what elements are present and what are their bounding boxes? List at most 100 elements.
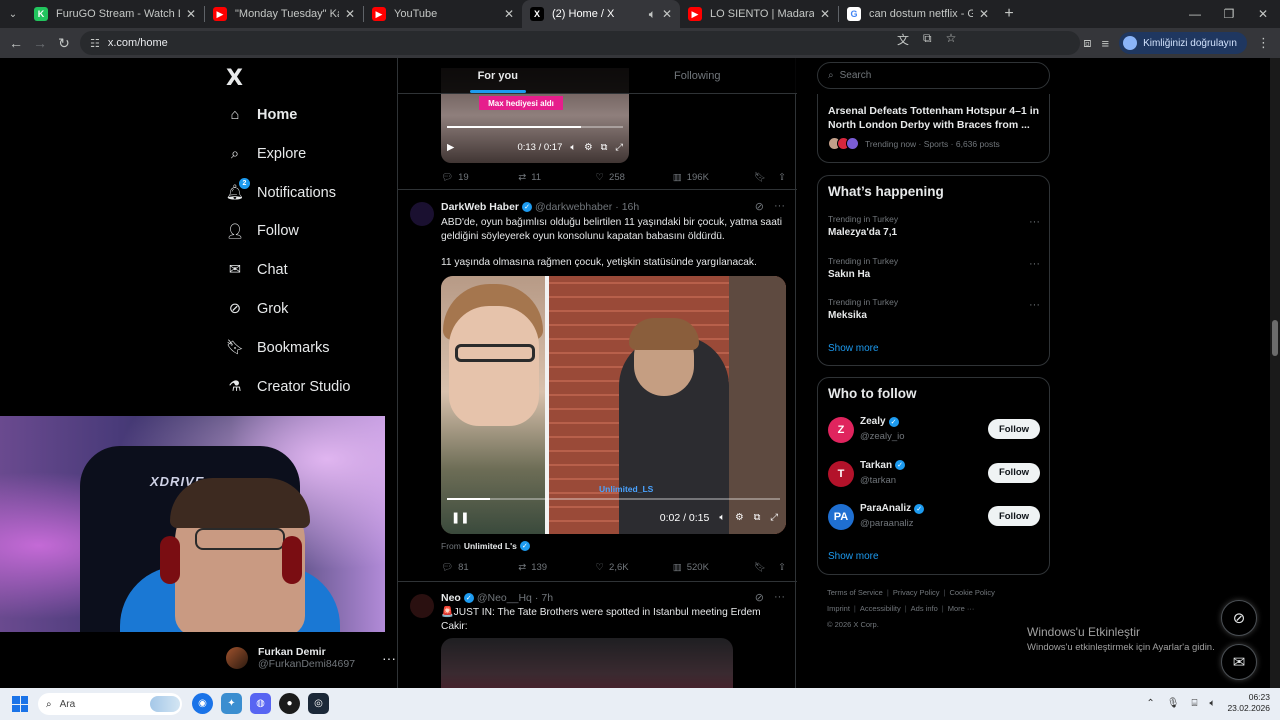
tab-following[interactable]: Following	[598, 58, 798, 93]
tab-search-button[interactable]: ⌄	[0, 9, 26, 20]
show-more-link[interactable]: Show more	[828, 343, 879, 354]
video-progress[interactable]	[447, 126, 623, 128]
repost-button[interactable]: ⇄ 11	[518, 172, 595, 183]
post-time[interactable]: 7h	[541, 592, 553, 604]
taskbar-clock[interactable]: 06:23 23.02.2026	[1227, 692, 1270, 714]
settings-icon[interactable]: ⚙	[735, 512, 744, 523]
close-tab-icon[interactable]: ✕	[979, 7, 989, 21]
avatar[interactable]: Z	[828, 417, 854, 443]
nav-item-creator-studio[interactable]: ⚗ Creator Studio	[226, 372, 351, 402]
discord-icon[interactable]: ◍	[250, 693, 271, 714]
suggestion-name[interactable]: Tarkan	[860, 460, 892, 471]
reply-button[interactable]: 💬︎ 19	[441, 172, 518, 183]
tab-for-you[interactable]: For you	[398, 58, 598, 93]
avatar[interactable]: PA	[828, 504, 854, 530]
footer-link[interactable]: Cookie Policy	[949, 588, 994, 597]
restore-icon[interactable]: ❐	[1212, 7, 1246, 21]
nav-item-follow[interactable]: 👤︎ Follow	[226, 216, 299, 246]
follow-button[interactable]: Follow	[988, 419, 1040, 439]
windows-start-icon[interactable]	[12, 696, 28, 712]
video-source-name[interactable]: Unlimited L's	[464, 541, 517, 551]
suggestion-name[interactable]: ParaAnaliz	[860, 503, 911, 514]
footer-link[interactable]: Ads info	[911, 604, 938, 613]
nav-item-home[interactable]: ⌂ Home	[226, 100, 298, 130]
close-tab-icon[interactable]: ✕	[504, 7, 514, 21]
fullscreen-icon[interactable]: ⤢	[615, 142, 623, 153]
fullscreen-icon[interactable]: ⤢	[770, 512, 778, 523]
share-icon[interactable]: ⇪	[778, 562, 786, 573]
grok-icon[interactable]: ⊘	[755, 591, 764, 604]
follow-suggestion[interactable]: PA ParaAnaliz ✓ @paraanaliz Follow	[828, 503, 1040, 533]
follow-suggestion[interactable]: Z Zealy ✓ @zealy_io Follow	[828, 416, 1040, 446]
profile-button[interactable]: Kimliğinizi doğrulayın	[1119, 32, 1247, 54]
new-tab-button[interactable]: +	[997, 5, 1021, 23]
more-icon[interactable]: ···	[1029, 216, 1040, 228]
browser-tab[interactable]: Gcan dostum netflix - Google'da ✕	[839, 0, 997, 28]
page-scrollbar[interactable]	[1270, 58, 1280, 688]
browser-tab[interactable]: ▶ "Monday Tuesday" Karma Video ✕	[205, 0, 363, 28]
pip-icon[interactable]: ⧉	[754, 512, 761, 523]
footer-link[interactable]: Accessibility	[860, 604, 901, 613]
pause-icon[interactable]: ❚❚	[451, 511, 469, 524]
more-icon[interactable]: ···	[1029, 299, 1040, 311]
install-app-icon[interactable]: ⧉	[923, 31, 932, 48]
close-window-icon[interactable]: ✕	[1246, 7, 1280, 21]
post-video[interactable]	[441, 638, 733, 688]
x-logo-icon[interactable]: X	[226, 66, 243, 91]
menu-icon[interactable]: ⋮	[1257, 35, 1270, 51]
minimize-icon[interactable]: —	[1178, 7, 1212, 21]
close-tab-icon[interactable]: ✕	[820, 7, 830, 21]
trend-item[interactable]: Trending in Turkey Malezya'da 7,1 ···	[828, 214, 1040, 238]
like-button[interactable]: ♡ 2,6K	[596, 562, 673, 573]
chevron-up-icon[interactable]: ⌃	[1146, 698, 1154, 709]
repost-button[interactable]: ⇄ 139	[518, 562, 595, 573]
media-controls-icon[interactable]: ≡	[1101, 36, 1109, 51]
browser-tab[interactable]: K FuruGO Stream - Watch Live on ✕	[26, 0, 204, 28]
follow-button[interactable]: Follow	[988, 506, 1040, 526]
volume-icon[interactable]: 🔈︎	[1209, 698, 1215, 709]
close-tab-icon[interactable]: ✕	[345, 7, 355, 21]
like-button[interactable]: ♡ 258	[596, 172, 673, 183]
nav-item-explore[interactable]: ⌕ Explore	[226, 139, 306, 169]
microphone-icon[interactable]: 🎙︎	[1167, 698, 1180, 709]
trend-item[interactable]: Trending in Turkey Meksika ···	[828, 297, 1040, 321]
steam-icon[interactable]: ◎	[308, 693, 329, 714]
app-icon[interactable]: ●	[279, 693, 300, 714]
taskbar-search-input[interactable]: ⌕ Ara	[38, 693, 182, 715]
avatar[interactable]: T	[828, 460, 854, 487]
show-more-link[interactable]: Show more	[828, 551, 879, 562]
url-input[interactable]: ☷ x.com/home 文 ⧉ ☆	[80, 31, 1080, 55]
browser-tab[interactable]: ▶ YouTube ✕	[364, 0, 522, 28]
forward-icon[interactable]: →	[28, 35, 52, 51]
more-icon[interactable]: ···	[382, 650, 396, 666]
post-author-handle[interactable]: @darkwebhaber	[535, 201, 612, 213]
play-icon[interactable]: ▶	[447, 142, 454, 153]
footer-link[interactable]: More ···	[948, 604, 975, 613]
post-time[interactable]: 16h	[622, 201, 640, 213]
suggestion-name[interactable]: Zealy	[860, 416, 886, 427]
post-avatar[interactable]	[410, 594, 434, 618]
browser-tab[interactable]: ▶ LO SIENTO | Madara Olduk #65 ✕	[680, 0, 838, 28]
footer-link[interactable]: Imprint	[827, 604, 850, 613]
more-icon[interactable]: ···	[774, 200, 785, 213]
account-switcher[interactable]: Furkan Demir @FurkanDemi84697 ···	[226, 643, 396, 673]
close-tab-icon[interactable]: ✕	[662, 7, 672, 21]
grok-icon[interactable]: ⊘	[1221, 600, 1257, 636]
nav-item-notifications[interactable]: 🔔︎ 2 Notifications	[226, 177, 336, 208]
more-icon[interactable]: ···	[1029, 258, 1040, 270]
translate-icon[interactable]: 文	[897, 31, 909, 48]
post-author-handle[interactable]: @Neo__Hq	[477, 592, 532, 604]
reply-button[interactable]: 💬︎ 81	[441, 562, 518, 573]
volume-icon[interactable]: 🔈︎	[719, 512, 725, 523]
browser-tab[interactable]: X (2) Home / X 🔈︎ ✕	[522, 0, 680, 28]
settings-icon[interactable]: ⚙	[584, 142, 593, 153]
bookmark-icon[interactable]: 🔖︎	[754, 172, 766, 183]
follow-suggestion[interactable]: T Tarkan ✓ @tarkan Follow	[828, 460, 1040, 490]
views-button[interactable]: ▥ 196K	[673, 172, 754, 183]
trend-item[interactable]: Trending in Turkey Sakın Ha ···	[828, 256, 1040, 280]
post-author-name[interactable]: DarkWeb Haber	[441, 201, 519, 213]
chrome-icon[interactable]: ◉	[192, 693, 213, 714]
extensions-icon[interactable]: ⧈	[1083, 35, 1091, 51]
volume-icon[interactable]: 🔈︎	[570, 142, 576, 153]
footer-link[interactable]: Privacy Policy	[893, 588, 940, 597]
